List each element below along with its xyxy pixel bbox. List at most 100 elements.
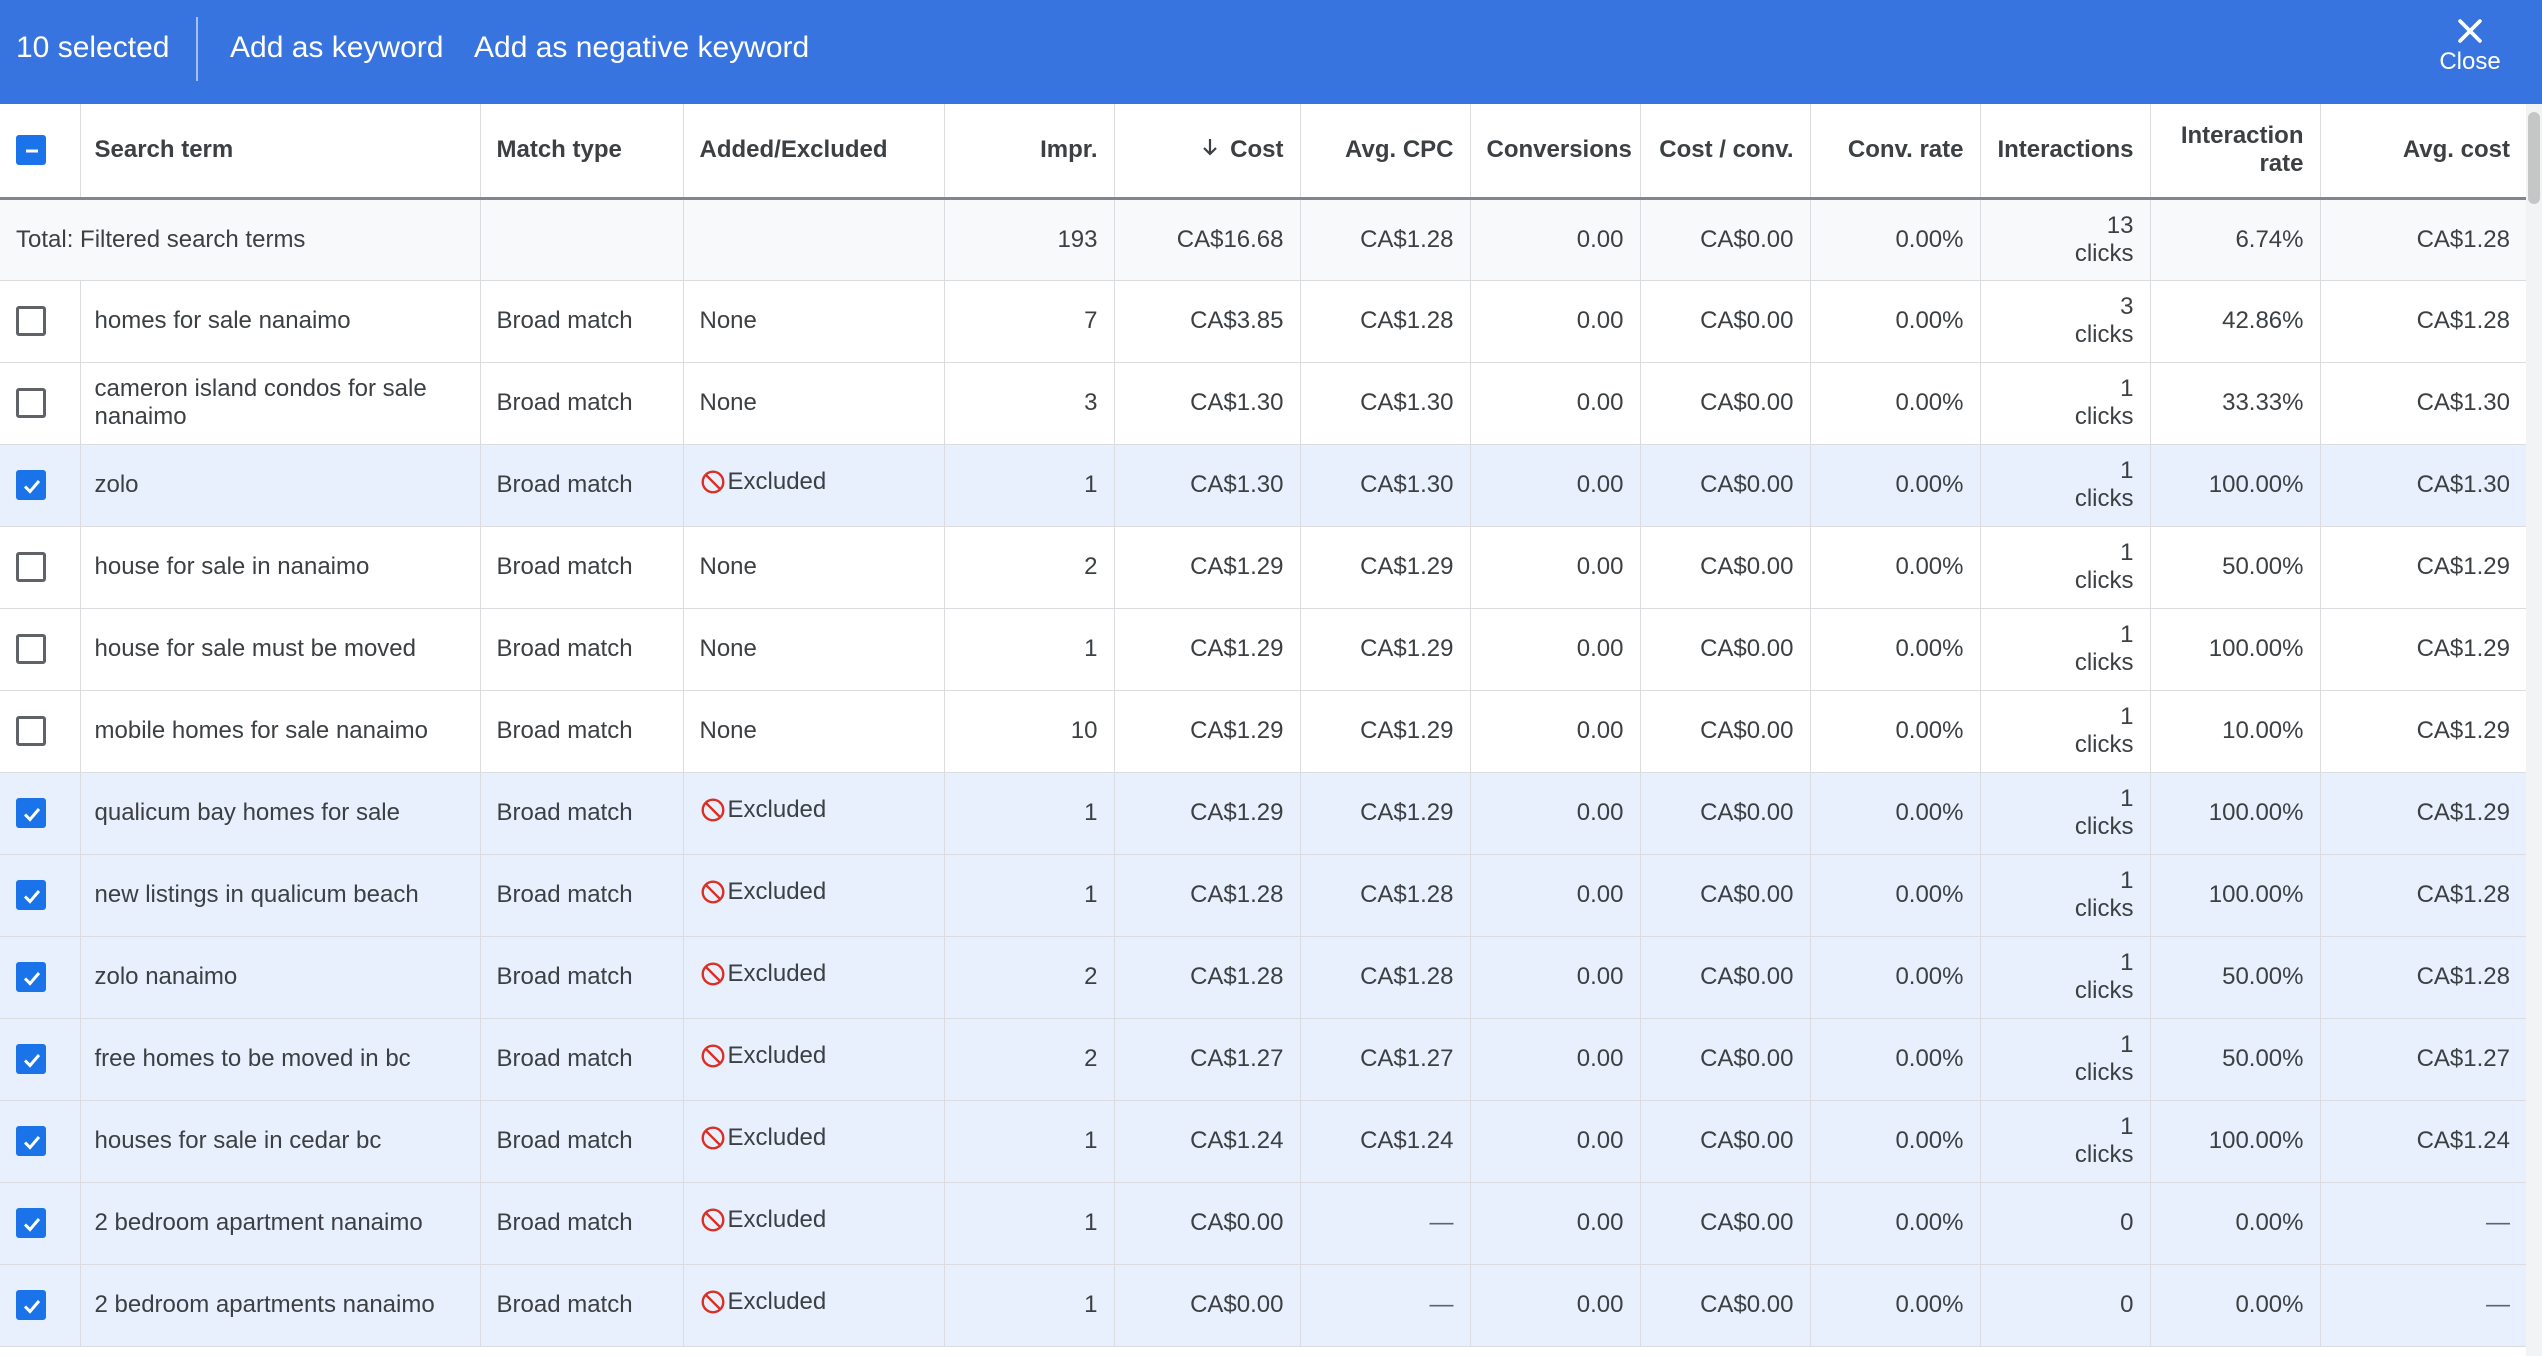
table-row[interactable]: zolo Broad match Excluded 1 CA$1.30 CA$1.30 0.… [0,444,2526,527]
search-term: 2 bedroom apartment nanaimo [94,1209,423,1236]
conversions-cell: 0.00 [1470,854,1641,937]
row-checkbox[interactable] [16,306,46,336]
table-row[interactable]: cameron island condos for sale nanaimo Br… [0,362,2526,445]
table-row[interactable]: mobile homes for sale nanaimo Broad match… [0,690,2526,773]
header-cost-label: Cost [1230,135,1284,163]
row-checkbox[interactable] [16,880,46,910]
avg-cost-cell: CA$1.28 [2320,936,2526,1019]
row-checkbox[interactable] [16,798,46,828]
status-label: Excluded [727,468,827,495]
scrollbar-thumb[interactable] [2528,112,2540,204]
conv-rate-cell: 0.00% [1810,1182,1981,1265]
cost-per-conv-cell: CA$0.00 [1640,1264,1811,1347]
table-row[interactable]: qualicum bay homes for sale Broad match Ex… [0,772,2526,855]
added-excluded-cell: None [683,608,945,691]
avg-cpc-cell: — [1300,1182,1471,1265]
header-interaction-rate[interactable]: Interaction rate [2150,104,2321,200]
cost-per-conv-cell: CA$0.00 [1640,444,1811,527]
row-checkbox-cell [0,1018,81,1101]
total-avg-cpc: CA$1.28 [1300,198,1471,281]
table-row[interactable]: new listings in qualicum beach Broad matc… [0,854,2526,937]
header-interactions[interactable]: Interactions [1980,104,2151,200]
avg-cpc-cell: CA$1.29 [1300,526,1471,609]
header-interaction-rate-line1: Interaction [2180,122,2304,150]
interactions-count: 1 [2120,785,2134,812]
header-added-excluded[interactable]: Added/Excluded [683,104,945,200]
conversions-cell: 0.00 [1470,1018,1641,1101]
row-checkbox[interactable] [16,1126,46,1156]
row-checkbox[interactable] [16,1290,46,1320]
row-checkbox-cell [0,280,81,363]
added-excluded-cell: Excluded [683,1100,945,1183]
interactions-cell: 1 clicks [1980,854,2151,937]
interactions-cell: 0 [1980,1264,2151,1347]
row-checkbox[interactable] [16,716,46,746]
match-type: Broad match [480,1182,684,1265]
row-checkbox[interactable] [16,1044,46,1074]
impr-cell: 7 [944,280,1115,363]
interactions-unit: clicks [2074,649,2134,676]
match-type: Broad match [480,362,684,445]
avg-cpc-cell: CA$1.28 [1300,936,1471,1019]
header-avg-cpc[interactable]: Avg. CPC [1300,104,1471,200]
header-search-term[interactable]: Search term [80,104,481,200]
interactions-cell: 1 clicks [1980,1018,2151,1101]
match-type: Broad match [480,854,684,937]
header-conv-rate[interactable]: Conv. rate [1810,104,1981,200]
interactions-count: 1 [2120,703,2134,730]
table-row[interactable]: house for sale must be moved Broad match N… [0,608,2526,691]
interactions-cell: 1 clicks [1980,362,2151,445]
conversions-cell: 0.00 [1470,526,1641,609]
search-term-cell: houses for sale in cedar bc [80,1100,481,1183]
table-row[interactable]: houses for sale in cedar bc Broad match Ex… [0,1100,2526,1183]
header-impr[interactable]: Impr. [944,104,1115,200]
cost-cell: CA$1.29 [1114,526,1301,609]
table-row[interactable]: free homes to be moved in bc Broad match E… [0,1018,2526,1101]
close-button[interactable]: Close [2424,8,2516,96]
row-checkbox[interactable] [16,962,46,992]
table-header-row: Search term Match type Added/Excluded Im… [0,104,2526,200]
excluded-status: Excluded [700,1206,826,1234]
excluded-icon [700,1043,726,1069]
table-row[interactable]: homes for sale nanaimo Broad match None 7 CA… [0,280,2526,363]
cost-cell: CA$3.85 [1114,280,1301,363]
select-all-checkbox[interactable] [16,135,46,166]
row-checkbox[interactable] [16,470,46,500]
vertical-scrollbar[interactable] [2526,104,2542,1356]
added-excluded-cell: Excluded [683,1264,945,1347]
table-row[interactable]: zolo nanaimo Broad match Excluded 2 CA$1.28 C… [0,936,2526,1019]
header-avg-cost[interactable]: Avg. cost [2320,104,2526,200]
interactions-count: 0 [2120,1209,2134,1236]
header-cost-per-conv[interactable]: Cost / conv. [1640,104,1811,200]
row-checkbox[interactable] [16,388,46,418]
interactions-unit: clicks [2074,813,2134,840]
table-row[interactable]: 2 bedroom apartment nanaimo Broad match Ex… [0,1182,2526,1265]
row-checkbox[interactable] [16,552,46,582]
status-label: None [699,389,757,416]
excluded-status: Excluded [700,878,826,906]
header-conversions[interactable]: Conversions [1470,104,1641,200]
interactions-cell: 1 clicks [1980,608,2151,691]
impr-cell: 1 [944,1100,1115,1183]
table-row[interactable]: house for sale in nanaimo Broad match None… [0,526,2526,609]
cost-cell: CA$1.27 [1114,1018,1301,1101]
cost-per-conv-cell: CA$0.00 [1640,280,1811,363]
interactions-count: 1 [2120,457,2134,484]
added-excluded-cell: None [683,280,945,363]
match-type: Broad match [480,444,684,527]
conv-rate-cell: 0.00% [1810,690,1981,773]
header-cost[interactable]: Cost [1114,104,1301,200]
search-term: zolo [94,471,139,498]
add-as-keyword-button[interactable]: Add as keyword [230,30,443,66]
row-checkbox-cell [0,936,81,1019]
row-checkbox[interactable] [16,1208,46,1238]
total-label: Total: Filtered search terms [0,198,481,281]
total-cost-per-conv: CA$0.00 [1640,198,1811,281]
table-row[interactable]: 2 bedroom apartments nanaimo Broad match E… [0,1264,2526,1347]
search-term-cell: new listings in qualicum beach [80,854,481,937]
header-match-type[interactable]: Match type [480,104,684,200]
total-conv-rate: 0.00% [1810,198,1981,281]
add-as-negative-keyword-button[interactable]: Add as negative keyword [474,30,809,66]
search-term-cell: mobile homes for sale nanaimo [80,690,481,773]
row-checkbox[interactable] [16,634,46,664]
